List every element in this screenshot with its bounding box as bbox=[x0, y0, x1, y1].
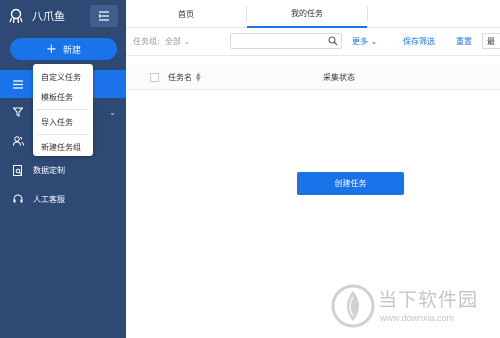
sidebar-header: 八爪鱼 bbox=[0, 0, 126, 32]
sidebar-item-support[interactable]: 人工客服 bbox=[0, 185, 126, 213]
tab-my-tasks[interactable]: 我的任务 bbox=[247, 0, 367, 28]
menu-item-custom-task[interactable]: 自定义任务 bbox=[33, 67, 93, 87]
more-label: 更多 bbox=[352, 37, 368, 46]
menu-divider bbox=[37, 109, 89, 110]
watermark: 当下软件园 www.downxia.com bbox=[330, 283, 500, 338]
extra-button[interactable]: 最 bbox=[482, 33, 500, 49]
list-icon bbox=[13, 79, 23, 89]
watermark-url: www.downxia.com bbox=[380, 313, 455, 323]
users-icon bbox=[13, 136, 24, 146]
select-all-checkbox[interactable] bbox=[150, 73, 159, 82]
new-button-label: 新建 bbox=[62, 45, 81, 56]
menu-item-new-task-group[interactable]: 新建任务组 bbox=[33, 137, 93, 157]
save-filter-button[interactable]: 保存筛选 bbox=[403, 36, 435, 47]
watermark-logo-icon bbox=[331, 284, 375, 328]
search-icon[interactable] bbox=[328, 36, 338, 46]
chevron-down-icon: ⌄ bbox=[183, 37, 191, 46]
top-tab-bar: 首页 我的任务 bbox=[126, 0, 500, 28]
chevron-down-icon: ⌄ bbox=[109, 107, 116, 117]
menu-item-import-task[interactable]: 导入任务 bbox=[33, 112, 93, 132]
column-header-status: 采集状态 bbox=[323, 73, 355, 82]
sidebar-item-data-custom[interactable]: 数据定制 bbox=[0, 156, 126, 184]
more-filters-button[interactable]: 更多 ⌄ bbox=[352, 36, 377, 47]
menu-collapse-icon bbox=[98, 11, 109, 21]
chevron-down-icon: ⌄ bbox=[370, 37, 378, 46]
headset-icon bbox=[13, 194, 23, 203]
watermark-text: 当下软件园 bbox=[378, 289, 479, 311]
brand-name: 八爪鱼 bbox=[32, 10, 65, 23]
task-group-select[interactable]: 全部 ⌄ bbox=[165, 36, 190, 47]
menu-item-template-task[interactable]: 模板任务 bbox=[33, 87, 93, 107]
new-button[interactable]: + 新建 bbox=[10, 38, 117, 60]
tab-divider bbox=[367, 6, 368, 22]
column-header-task-name[interactable]: 任务名 bbox=[168, 72, 192, 83]
plus-icon: + bbox=[46, 41, 57, 57]
new-dropdown-menu: 自定义任务 模板任务 导入任务 新建任务组 bbox=[33, 64, 93, 156]
search-box bbox=[230, 33, 342, 49]
sidebar-item-label: 数据定制 bbox=[33, 165, 65, 175]
sidebar: 八爪鱼 + 新建 ⌄ 数据定制 人工客服 bbox=[0, 0, 126, 338]
octopus-logo-icon bbox=[9, 8, 23, 24]
sort-icon[interactable]: ▲ ▼ bbox=[196, 72, 201, 83]
task-group-value: 全部 bbox=[165, 37, 181, 46]
search-input[interactable] bbox=[231, 34, 327, 48]
collapse-sidebar-button[interactable] bbox=[90, 5, 118, 27]
task-table-header: 任务名 ▲ ▼ 采集状态 bbox=[126, 64, 500, 90]
sidebar-item-label: 人工客服 bbox=[33, 194, 65, 204]
data-icon bbox=[13, 164, 22, 176]
tab-home[interactable]: 首页 bbox=[126, 0, 246, 28]
create-task-button[interactable]: 创建任务 bbox=[297, 172, 404, 195]
filter-icon bbox=[13, 107, 23, 117]
task-group-label: 任务组: bbox=[133, 37, 160, 46]
reset-button[interactable]: 重置 bbox=[456, 36, 472, 47]
filter-toolbar: 任务组: 全部 ⌄ 更多 ⌄ 保存筛选 重置 最 bbox=[126, 28, 500, 56]
menu-divider bbox=[37, 134, 89, 135]
